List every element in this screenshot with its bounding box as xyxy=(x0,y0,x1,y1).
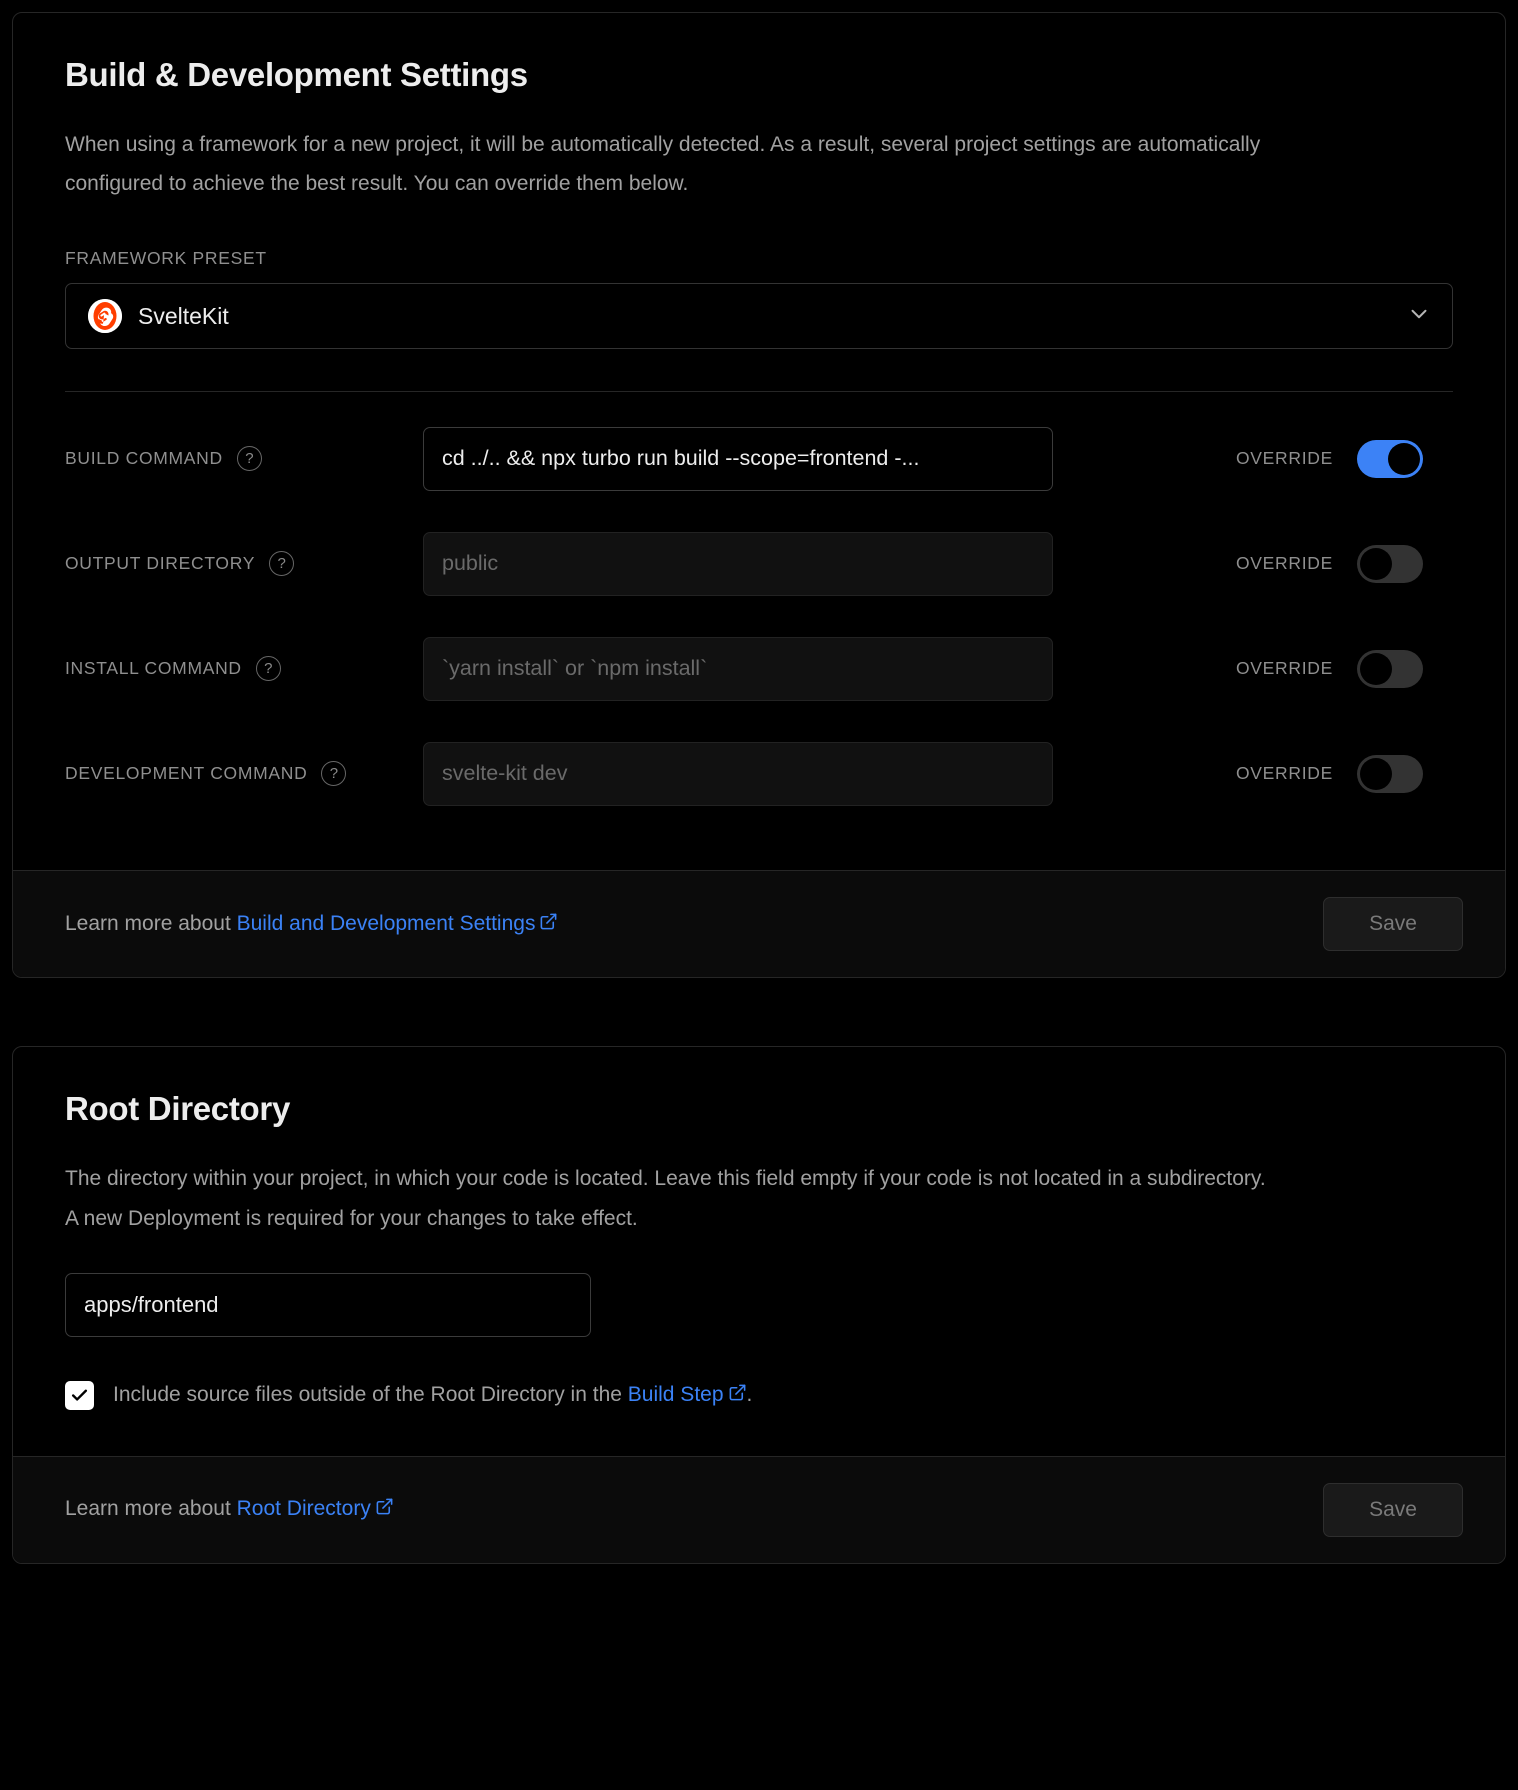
learn-more-prefix: Learn more about xyxy=(65,911,237,935)
save-button[interactable]: Save xyxy=(1323,897,1463,952)
build-command-label: BUILD COMMAND xyxy=(65,448,223,469)
output-directory-override-group: OVERRIDE xyxy=(1053,544,1453,583)
build-settings-footer: Learn more about Build and Development S… xyxy=(13,870,1505,978)
install-command-input[interactable] xyxy=(423,636,1053,701)
link-label: Root Directory xyxy=(236,1497,371,1521)
build-settings-description: When using a framework for a new project… xyxy=(65,132,1261,196)
development-command-override-group: OVERRIDE xyxy=(1053,754,1453,793)
output-directory-input-wrap xyxy=(423,531,1053,596)
toggle-knob xyxy=(1388,442,1420,475)
root-directory-input[interactable] xyxy=(65,1272,591,1337)
development-command-label-group: DEVELOPMENT COMMAND ? xyxy=(65,761,423,787)
root-directory-title: Root Directory xyxy=(65,1090,290,1128)
install-command-row: INSTALL COMMAND ? OVERRIDE xyxy=(65,616,1453,721)
install-command-override-label: OVERRIDE xyxy=(1235,658,1333,679)
framework-preset-value-group: SvelteKit xyxy=(88,299,1406,334)
build-and-development-settings-link[interactable]: Build and Development Settings xyxy=(237,912,559,935)
output-directory-label-group: OUTPUT DIRECTORY ? xyxy=(65,551,423,577)
external-link-icon xyxy=(375,1497,394,1522)
include-source-files-label: Include source files outside of the Root… xyxy=(113,1383,752,1408)
build-command-input-wrap xyxy=(423,426,1053,491)
help-icon[interactable]: ? xyxy=(255,656,281,682)
output-directory-row: OUTPUT DIRECTORY ? OVERRIDE xyxy=(65,511,1453,616)
root-directory-body: Root Directory The directory within your… xyxy=(13,1047,1505,1455)
install-command-label-group: INSTALL COMMAND ? xyxy=(65,656,423,682)
development-command-override-toggle[interactable] xyxy=(1357,754,1423,793)
help-icon[interactable]: ? xyxy=(269,551,295,577)
help-icon[interactable]: ? xyxy=(321,761,347,787)
build-settings-card: Build & Development Settings When using … xyxy=(12,12,1506,979)
toggle-knob xyxy=(1360,547,1392,580)
build-command-override-toggle[interactable] xyxy=(1357,439,1423,478)
external-link-icon xyxy=(728,1383,747,1408)
learn-more-prefix: Learn more about xyxy=(65,1497,237,1521)
sveltekit-logo-icon xyxy=(88,299,122,334)
development-command-label: DEVELOPMENT COMMAND xyxy=(65,763,308,784)
toggle-knob xyxy=(1360,652,1392,685)
page-title: Build & Development Settings xyxy=(65,56,528,93)
development-command-row: DEVELOPMENT COMMAND ? OVERRIDE xyxy=(65,721,1453,826)
build-command-input[interactable] xyxy=(423,426,1053,491)
section-divider xyxy=(65,391,1453,393)
external-link-icon xyxy=(539,912,558,937)
development-command-input[interactable] xyxy=(423,741,1053,806)
install-command-input-wrap xyxy=(423,636,1053,701)
root-directory-learn-more: Learn more about Root Directory xyxy=(65,1497,394,1522)
install-command-override-toggle[interactable] xyxy=(1357,649,1423,688)
output-directory-input[interactable] xyxy=(423,531,1053,596)
development-command-override-label: OVERRIDE xyxy=(1235,763,1333,784)
build-settings-learn-more: Learn more about Build and Development S… xyxy=(65,912,558,937)
framework-preset-selected-label: SvelteKit xyxy=(138,302,229,329)
framework-preset-select[interactable]: SvelteKit xyxy=(65,283,1453,350)
save-button[interactable]: Save xyxy=(1323,1482,1463,1537)
build-command-override-label: OVERRIDE xyxy=(1235,448,1333,469)
build-settings-body: Build & Development Settings When using … xyxy=(13,13,1505,870)
framework-preset-label: FRAMEWORK PRESET xyxy=(65,248,267,269)
link-label: Build and Development Settings xyxy=(236,911,536,935)
build-command-label-group: BUILD COMMAND ? xyxy=(65,446,423,472)
output-directory-override-label: OVERRIDE xyxy=(1235,553,1333,574)
root-directory-description: The directory within your project, in wh… xyxy=(65,1166,1266,1230)
build-step-link[interactable]: Build Step xyxy=(628,1383,747,1406)
development-command-input-wrap xyxy=(423,741,1053,806)
build-command-override-group: OVERRIDE xyxy=(1053,439,1453,478)
checkbox-text-after: . xyxy=(746,1382,753,1406)
link-label: Build Step xyxy=(627,1382,724,1406)
root-directory-link[interactable]: Root Directory xyxy=(237,1497,394,1520)
checkbox-text-before: Include source files outside of the Root… xyxy=(113,1382,628,1406)
root-directory-card: Root Directory The directory within your… xyxy=(12,1046,1506,1564)
toggle-knob xyxy=(1360,757,1392,790)
root-directory-footer: Learn more about Root Directory Save xyxy=(13,1455,1505,1563)
settings-page: Build & Development Settings When using … xyxy=(0,0,1518,1564)
chevron-down-icon[interactable] xyxy=(1406,301,1432,332)
card-spacer xyxy=(12,978,1506,1046)
install-command-override-group: OVERRIDE xyxy=(1053,649,1453,688)
output-directory-override-toggle[interactable] xyxy=(1357,544,1423,583)
build-settings-rows: BUILD COMMAND ? OVERRIDE OUTPUT DIRECTOR… xyxy=(65,406,1453,826)
help-icon[interactable]: ? xyxy=(236,446,262,472)
output-directory-label: OUTPUT DIRECTORY xyxy=(65,553,256,574)
install-command-label: INSTALL COMMAND xyxy=(65,658,242,679)
include-source-files-checkbox[interactable] xyxy=(65,1380,94,1410)
build-command-row: BUILD COMMAND ? OVERRIDE xyxy=(65,406,1453,511)
include-source-files-row: Include source files outside of the Root… xyxy=(65,1380,1453,1410)
